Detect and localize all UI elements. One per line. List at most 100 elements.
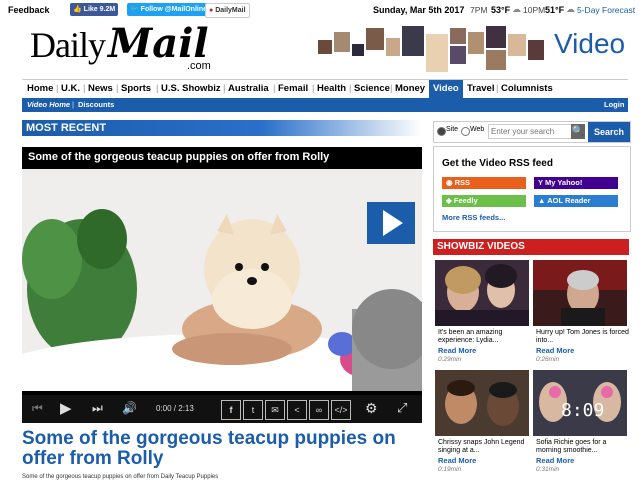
pinterest-icon: ● bbox=[209, 7, 214, 14]
rss-button-label: RSS bbox=[454, 178, 471, 187]
showbiz-caption[interactable]: Hurry up! Tom Jones is forced into... bbox=[536, 329, 630, 345]
top-bar: Feedback 👍 Like 9.2M 🐦 Follow @MailOnlin… bbox=[0, 0, 644, 20]
nav-item-travel[interactable]: Travel bbox=[467, 83, 494, 94]
big-play-button[interactable] bbox=[367, 202, 415, 244]
most-recent-label: MOST RECENT bbox=[26, 122, 107, 134]
read-more-link[interactable]: Read More bbox=[536, 346, 574, 355]
facebook-like-label: Like 9.2M bbox=[83, 6, 116, 13]
search-icon[interactable]: 🔍 bbox=[571, 124, 585, 139]
nav-item-health[interactable]: Health bbox=[317, 83, 346, 94]
date-text: Sunday, Mar 5th 2017 bbox=[373, 5, 465, 15]
next-icon[interactable]: ⏭ bbox=[92, 401, 103, 416]
forecast-link[interactable]: 5-Day Forecast bbox=[577, 5, 635, 15]
svg-text:8:09: 8:09 bbox=[561, 400, 604, 421]
showbiz-label: SHOWBIZ VIDEOS bbox=[437, 241, 525, 252]
rss-heading: Get the Video RSS feed bbox=[442, 158, 553, 169]
time-display: 0:00 / 2:13 bbox=[156, 404, 194, 413]
web-radio[interactable] bbox=[461, 127, 470, 136]
player-controls: ⏮ ▶ ⏭ 🔊 0:00 / 2:13 f t ✉ < ∞ </> ⚙ ⤢ bbox=[22, 395, 422, 423]
video-description: Some of the gorgeous teacup puppies on o… bbox=[22, 474, 219, 480]
rss-box: Get the Video RSS feed ◉ RSS Y My Yahoo!… bbox=[433, 146, 631, 232]
twitter-share-icon[interactable]: t bbox=[243, 400, 263, 420]
feedly-button-label: Feedly bbox=[453, 196, 478, 205]
showbiz-thumb-image bbox=[435, 370, 529, 436]
nav-item-columnists[interactable]: Columnists bbox=[501, 83, 553, 94]
embed-icon[interactable]: </> bbox=[331, 400, 351, 420]
read-more-link[interactable]: Read More bbox=[438, 346, 476, 355]
search-button[interactable]: Search bbox=[588, 122, 630, 142]
previous-icon[interactable]: ⏮ bbox=[32, 401, 43, 416]
nav-item-science[interactable]: Science bbox=[354, 83, 390, 94]
showbiz-thumb[interactable] bbox=[533, 260, 627, 326]
yahoo-button[interactable]: Y My Yahoo! bbox=[534, 177, 618, 189]
video-duration: 0:29min bbox=[438, 356, 462, 363]
showbiz-caption[interactable]: It's been an amazing experience: Lydia..… bbox=[438, 329, 532, 345]
aol-button-label: AOL Reader bbox=[547, 196, 591, 205]
showbiz-thumb[interactable]: 8:09 bbox=[533, 370, 627, 436]
search-input[interactable] bbox=[488, 124, 572, 139]
aol-button[interactable]: ▲ AOL Reader bbox=[534, 195, 618, 207]
volume-icon[interactable]: 🔊 bbox=[122, 401, 137, 415]
play-icon bbox=[383, 210, 403, 236]
aol-icon: ▲ bbox=[538, 196, 546, 205]
celebrity-collage bbox=[318, 26, 546, 72]
video-player[interactable]: Some of the gorgeous teacup puppies on o… bbox=[22, 147, 422, 423]
nav-item-femail[interactable]: Femail bbox=[278, 83, 308, 94]
facebook-share-icon[interactable]: f bbox=[221, 400, 241, 420]
nav-item-sports[interactable]: Sports bbox=[121, 83, 151, 94]
showbiz-caption[interactable]: Chrissy snaps John Legend singing at a..… bbox=[438, 439, 532, 455]
link-icon[interactable]: ∞ bbox=[309, 400, 329, 420]
read-more-link[interactable]: Read More bbox=[536, 456, 574, 465]
search-box: Site Web 🔍 Search bbox=[433, 121, 631, 143]
showbiz-thumb-image bbox=[533, 260, 627, 326]
fullscreen-icon[interactable]: ⤢ bbox=[397, 400, 407, 416]
video-duration: 0:31min bbox=[536, 466, 560, 473]
video-frame[interactable] bbox=[22, 169, 422, 391]
section-title: Video bbox=[554, 28, 626, 59]
email-share-icon[interactable]: ✉ bbox=[265, 400, 285, 420]
showbiz-caption[interactable]: Sofia Richie goes for a morning smoothie… bbox=[536, 439, 630, 455]
rss-button[interactable]: ◉ RSS bbox=[442, 177, 526, 189]
cloud-icon: ☁ bbox=[512, 4, 521, 14]
video-duration: 0:26min bbox=[536, 356, 560, 363]
site-radio[interactable] bbox=[437, 127, 446, 136]
facebook-like-button[interactable]: 👍 Like 9.2M bbox=[70, 3, 119, 16]
daily-mail-logo[interactable]: Daily Mail .com bbox=[30, 20, 220, 74]
read-more-link[interactable]: Read More bbox=[438, 456, 476, 465]
nav-item-australia[interactable]: Australia bbox=[228, 83, 269, 94]
feedly-button[interactable]: ◆ Feedly bbox=[442, 195, 526, 207]
play-button[interactable]: ▶ bbox=[60, 399, 72, 417]
showbiz-thumb-image bbox=[435, 260, 529, 326]
login-link[interactable]: Login bbox=[604, 100, 624, 109]
showbiz-thumb[interactable] bbox=[435, 370, 529, 436]
nav-item-news[interactable]: News bbox=[88, 83, 113, 94]
subnav-video-home[interactable]: Video Home bbox=[27, 100, 70, 109]
showbiz-thumb[interactable] bbox=[435, 260, 529, 326]
weather-time-2: 10PM bbox=[523, 5, 546, 15]
nav-item-money[interactable]: Money bbox=[395, 83, 425, 94]
yahoo-button-label: My Yahoo! bbox=[544, 178, 583, 187]
showbiz-thumb-image: 8:09 bbox=[533, 370, 627, 436]
share-icon[interactable]: < bbox=[287, 400, 307, 420]
puppy-video-still bbox=[22, 169, 422, 391]
feedback-link[interactable]: Feedback bbox=[8, 5, 50, 15]
nav-item-uk[interactable]: U.K. bbox=[61, 83, 80, 94]
twitter-follow-button[interactable]: 🐦 Follow @MailOnline bbox=[127, 3, 210, 16]
logo-daily: Daily bbox=[30, 25, 106, 65]
pinterest-button[interactable]: ● DailyMail bbox=[205, 3, 250, 18]
main-nav: Home | U.K. | News | Sports | U.S. Showb… bbox=[22, 79, 628, 99]
nav-item-home[interactable]: Home bbox=[27, 83, 53, 94]
weather-temp-2: 51°F bbox=[545, 5, 565, 15]
nav-item-video[interactable]: Video bbox=[433, 83, 459, 94]
feedly-icon: ◆ bbox=[446, 196, 452, 205]
more-rss-link[interactable]: More RSS feeds... bbox=[442, 213, 505, 222]
nav-item-us-showbiz[interactable]: U.S. Showbiz bbox=[161, 83, 221, 94]
site-radio-label: Site bbox=[446, 126, 459, 133]
gear-icon[interactable]: ⚙ bbox=[365, 400, 378, 417]
video-headline[interactable]: Some of the gorgeous teacup puppies on o… bbox=[22, 429, 422, 469]
weather-time-1: 7PM bbox=[470, 5, 488, 15]
cloud-icon: ☁ bbox=[566, 4, 575, 14]
pinterest-label: DailyMail bbox=[215, 7, 246, 14]
twitter-follow-label: Follow @MailOnline bbox=[140, 6, 207, 13]
subnav-discounts[interactable]: Discounts bbox=[78, 100, 114, 109]
